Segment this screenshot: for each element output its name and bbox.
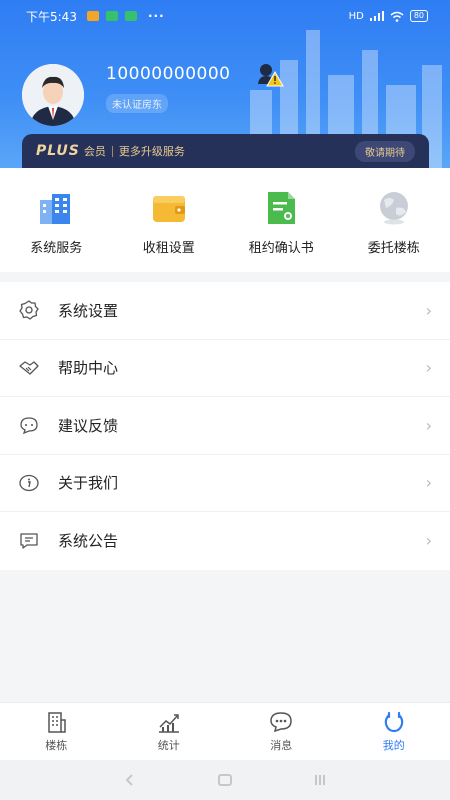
recents-icon[interactable]	[313, 773, 327, 787]
profile-header: 下午5:43 ··· HD 80 10000000000 未认证房东 PLUS	[0, 0, 450, 168]
chevron-right-icon: ›	[425, 300, 432, 320]
buildings-icon	[40, 194, 71, 224]
quick-action-label: 委托楼栋	[367, 241, 420, 256]
quick-action-label: 租约确认书	[248, 241, 314, 256]
tab-label: 楼栋	[45, 739, 68, 752]
notification-icon	[105, 11, 118, 21]
chevron-right-icon: ›	[425, 531, 432, 551]
handshake-icon	[19, 361, 39, 375]
gear-icon	[19, 300, 39, 320]
menu-item-about-us[interactable]: 关于我们 ›	[0, 455, 450, 512]
profile-icon	[384, 711, 404, 733]
globe-icon	[379, 192, 408, 225]
menu-item-feedback[interactable]: 建议反馈 ›	[0, 397, 450, 455]
plus-coming-soon-button[interactable]: 敬请期待	[355, 140, 415, 162]
menu-item-label: 系统公告	[58, 532, 119, 551]
back-icon[interactable]	[123, 773, 137, 787]
home-icon[interactable]	[217, 773, 233, 787]
system-navigation-bar	[0, 760, 450, 800]
tab-profile[interactable]: 我的	[338, 703, 450, 760]
quick-actions: 系统服务 收租设置 租约确认书 委托楼栋	[0, 168, 450, 272]
chevron-right-icon: ›	[425, 415, 432, 435]
chat-icon	[20, 417, 38, 435]
menu-item-help-center[interactable]: 帮助中心 ›	[0, 340, 450, 397]
tab-label: 我的	[382, 739, 405, 752]
tab-statistics[interactable]: 统计	[113, 703, 226, 760]
settings-menu: 系统设置 › 帮助中心 › 建议反馈 › 关于我们 › 系统公告 ›	[0, 282, 450, 570]
menu-item-label: 建议反馈	[58, 416, 119, 435]
menu-item-system-settings[interactable]: 系统设置 ›	[0, 282, 450, 340]
menu-item-announcements[interactable]: 系统公告 ›	[0, 512, 450, 570]
status-bar: 下午5:43 ··· HD 80	[26, 6, 428, 26]
certification-status[interactable]: 未认证房东	[106, 94, 168, 113]
quick-action-lease-confirmation[interactable]: 租约确认书	[225, 168, 338, 272]
avatar[interactable]	[22, 64, 84, 126]
menu-item-label: 帮助中心	[58, 359, 119, 378]
network-label: HD	[348, 10, 364, 22]
notification-icon	[124, 11, 137, 21]
announcement-icon	[20, 533, 38, 549]
menu-item-label: 系统设置	[58, 301, 119, 320]
tab-label: 统计	[157, 739, 180, 752]
bottom-tab-bar: 楼栋 统计 消息 我的	[0, 702, 450, 760]
menu-item-label: 关于我们	[58, 474, 119, 493]
signal-icon	[369, 11, 384, 21]
status-time: 下午5:43	[26, 9, 77, 24]
battery-icon: 80	[409, 10, 428, 22]
phone-number: 10000000000	[106, 64, 231, 84]
chevron-right-icon: ›	[425, 473, 432, 493]
tab-messages[interactable]: 消息	[225, 703, 338, 760]
plus-slogan: 更多升级服务	[118, 145, 185, 158]
plus-membership-banner[interactable]: PLUS 会员 更多升级服务 敬请期待	[22, 134, 429, 168]
wallet-icon	[152, 196, 185, 222]
plus-member-label: 会员	[83, 145, 106, 158]
chevron-right-icon: ›	[425, 358, 432, 378]
quick-action-system-service[interactable]: 系统服务	[0, 168, 113, 272]
document-icon	[268, 192, 296, 224]
quick-action-label: 系统服务	[30, 241, 83, 256]
more-notifications-icon: ···	[147, 9, 165, 23]
message-icon	[270, 712, 293, 733]
plus-logo: PLUS	[36, 143, 80, 159]
info-icon	[19, 474, 39, 491]
chart-icon	[158, 714, 179, 733]
user-avatar-icon	[22, 64, 84, 126]
building-icon	[48, 712, 66, 733]
tab-buildings[interactable]: 楼栋	[0, 703, 113, 760]
quick-action-rent-settings[interactable]: 收租设置	[113, 168, 226, 272]
quick-action-label: 收租设置	[142, 241, 195, 256]
plus-divider	[111, 145, 113, 157]
notification-icon	[86, 11, 99, 21]
wifi-icon	[390, 11, 404, 22]
quick-action-entrusted-buildings[interactable]: 委托楼栋	[338, 168, 450, 272]
tab-label: 消息	[270, 739, 293, 752]
verification-warning-icon[interactable]	[256, 62, 284, 88]
